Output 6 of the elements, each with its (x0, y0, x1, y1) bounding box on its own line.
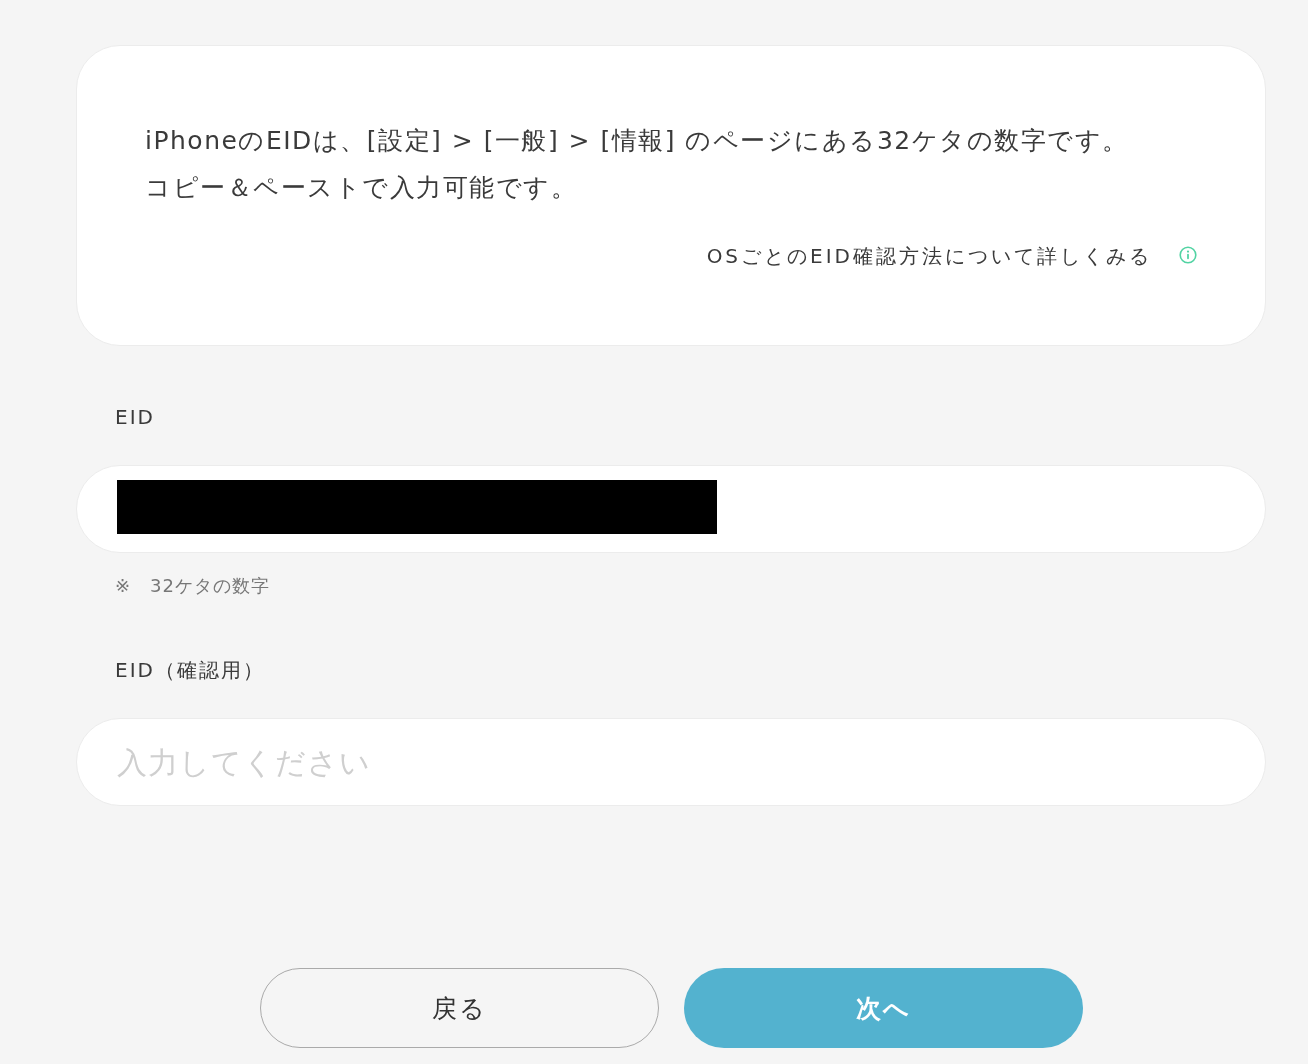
hint-text: ※ 32ケタの数字 (115, 574, 270, 598)
field-label: EID (115, 404, 155, 431)
field-label: EID（確認用） (115, 657, 265, 684)
instruction-text: コピー＆ペーストで入力可能です。 (145, 172, 578, 204)
instruction-text: iPhoneのEIDは、[設定] > [一般] > [情報] のページにある32ケタの数字です。 (145, 125, 1130, 157)
help-link[interactable]: OSごとのEID確認方法について詳しくみる (706, 241, 1152, 271)
